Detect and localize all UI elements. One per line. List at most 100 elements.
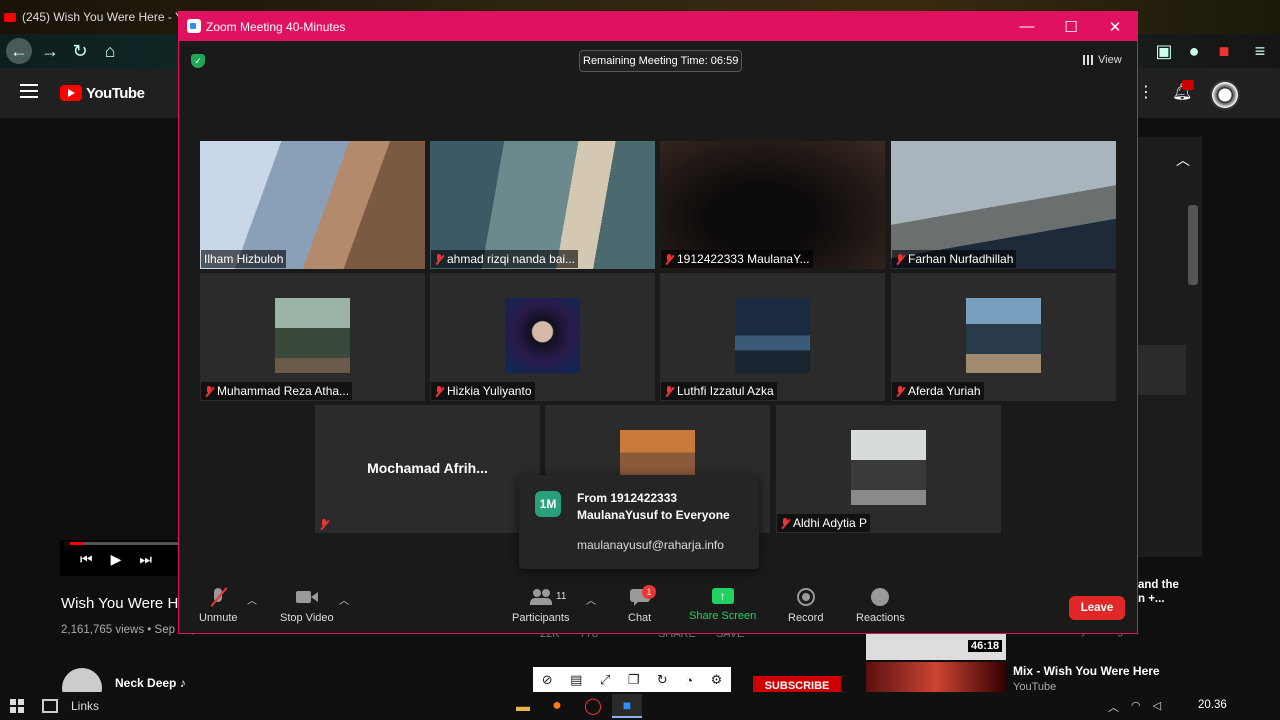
apps-icon[interactable]: ⋮ <box>1138 82 1154 102</box>
reload-icon[interactable]: ↻ <box>68 40 92 62</box>
block-icon[interactable]: ⊘ <box>542 672 553 688</box>
zoom-app-icon <box>187 19 201 33</box>
mic-muted-icon <box>895 253 905 265</box>
record-button[interactable]: Record <box>788 588 823 624</box>
participant-name-label: 1912422333 MaulanaY... <box>661 250 813 268</box>
share-screen-label: Share Screen <box>689 610 757 622</box>
film-icon[interactable]: ▤ <box>570 672 582 688</box>
browser-tab[interactable]: (245) Wish You Were Here - Y <box>4 6 184 28</box>
hamburger-menu-icon[interactable] <box>20 84 38 98</box>
play-icon[interactable]: ▶ <box>111 551 122 568</box>
scrollbar-thumb[interactable] <box>1188 205 1198 285</box>
participant-tile[interactable]: Ilham Hizbuloh <box>200 141 425 269</box>
side-video-title[interactable]: and the n +... <box>1138 578 1198 606</box>
participant-tile[interactable]: Aferda Yuriah <box>891 273 1116 401</box>
youtube-logo[interactable]: YouTube <box>60 84 145 102</box>
participant-name-label: Farhan Nurfadhillah <box>892 250 1017 268</box>
next-icon[interactable]: ⏭ <box>139 551 152 568</box>
links-toolbar[interactable]: Links <box>71 699 99 713</box>
participant-tile[interactable]: Aldhi Adytia P <box>776 405 1001 533</box>
taskbar-clock[interactable]: 20.36 <box>1198 699 1227 711</box>
participant-tile[interactable]: Luthfi Izzatul Azka <box>660 273 885 401</box>
participants-options-caret-icon[interactable]: ︿ <box>586 592 596 607</box>
task-view-icon[interactable] <box>42 699 58 713</box>
share-screen-button[interactable]: ↑ Share Screen <box>689 588 756 622</box>
participant-tile[interactable]: Farhan Nurfadhillah <box>891 141 1116 269</box>
stop-video-button[interactable]: Stop Video <box>280 588 334 624</box>
participant-avatar <box>735 298 810 373</box>
participants-label: Participants <box>512 612 570 624</box>
chevron-up-icon[interactable]: ︿ <box>1176 150 1190 170</box>
meeting-timer: Remaining Meeting Time: 06:59 <box>579 50 743 72</box>
microphone-muted-icon <box>207 588 229 606</box>
chat-notification[interactable]: 1M From 1912422333 MaulanaYusuf to Every… <box>519 475 759 569</box>
view-button[interactable]: View <box>1083 54 1122 66</box>
opera-icon[interactable]: ◯ <box>578 694 608 718</box>
mic-muted-icon <box>780 517 790 529</box>
sidebar-icon[interactable]: ▣ <box>1152 40 1176 62</box>
file-explorer-icon[interactable]: ▬ <box>508 694 538 718</box>
leave-button[interactable]: Leave <box>1069 596 1125 620</box>
progress-fill <box>70 542 84 545</box>
participant-tile[interactable]: Mochamad Afrih... <box>315 405 540 533</box>
home-icon[interactable]: ⌂ <box>98 40 122 62</box>
profile-icon[interactable]: ● <box>1182 40 1206 62</box>
forward-arrow-icon[interactable]: → <box>38 40 62 62</box>
zoom-taskbar-icon[interactable]: ■ <box>612 694 642 718</box>
settings-icon[interactable]: ⚙ <box>711 672 723 688</box>
gauge-icon[interactable]: ◔ <box>685 673 693 688</box>
chat-label: Chat <box>628 612 652 624</box>
mic-muted-icon <box>664 253 674 265</box>
back-arrow-icon[interactable]: ← <box>6 38 32 64</box>
participant-tile[interactable]: Muhammad Reza Atha... <box>200 273 425 401</box>
mic-muted-icon <box>204 385 214 397</box>
video-options-caret-icon[interactable]: ︿ <box>339 592 349 607</box>
mic-muted-icon <box>664 385 674 397</box>
zoom-window: Zoom Meeting 40-Minutes — ☐ ✕ ✓ Remainin… <box>178 11 1138 634</box>
chat-unread-badge: 1 <box>642 585 656 599</box>
chat-sender: From 1912422333 MaulanaYusuf to Everyone <box>577 491 730 522</box>
participant-avatar <box>851 430 926 505</box>
wifi-icon[interactable]: ◠ <box>1131 699 1141 715</box>
reactions-label: Reactions <box>856 612 905 624</box>
grid-icon <box>1083 55 1093 65</box>
participants-icon <box>529 588 552 606</box>
unmute-label: Unmute <box>199 612 238 624</box>
participant-name-label: Hizkia Yuliyanto <box>431 382 535 400</box>
participant-name-label <box>316 517 332 532</box>
participant-name-label: Luthfi Izzatul Azka <box>661 382 777 400</box>
minimize-icon[interactable]: — <box>1005 12 1049 41</box>
channel-name[interactable]: Neck Deep ♪ <box>115 676 186 690</box>
screenshot-toolbar: ⊘ ▤ ⤢ ❐ ↻ ◔ ⚙ <box>533 667 731 693</box>
mic-muted-icon <box>434 253 444 265</box>
participant-name: 1912422333 MaulanaY... <box>677 252 810 266</box>
record-label: Record <box>788 612 824 624</box>
shield-icon[interactable]: ✓ <box>191 54 205 68</box>
menu-icon[interactable]: ≡ <box>1248 40 1272 62</box>
user-avatar[interactable] <box>1210 80 1240 110</box>
unmute-button[interactable]: Unmute <box>199 588 238 624</box>
audio-options-caret-icon[interactable]: ︿ <box>247 592 257 607</box>
close-icon[interactable]: ✕ <box>1093 12 1137 41</box>
previous-icon[interactable]: ⏮ <box>80 551 93 568</box>
mix-thumbnail[interactable] <box>866 662 1006 692</box>
progress-bar[interactable] <box>70 542 178 545</box>
participant-tile[interactable]: Hizkia Yuliyanto <box>430 273 655 401</box>
youtube-logo-text: YouTube <box>86 84 145 102</box>
expand-icon[interactable]: ⤢ <box>600 672 610 688</box>
reactions-button[interactable]: Reactions <box>856 588 905 624</box>
maximize-icon[interactable]: ☐ <box>1049 12 1093 41</box>
participant-tile[interactable]: ahmad rizqi nanda bai... <box>430 141 655 269</box>
windows-start-icon[interactable] <box>10 699 24 713</box>
participant-tile-active-speaker[interactable]: 1912422333 MaulanaY... <box>660 141 885 269</box>
volume-icon[interactable]: ◁ <box>1153 699 1161 715</box>
copy-icon[interactable]: ❐ <box>628 672 640 688</box>
firefox-icon[interactable]: ● <box>542 694 572 718</box>
participant-name-large: Mochamad Afrih... <box>367 460 488 476</box>
extension-icon[interactable]: ■ <box>1212 40 1236 62</box>
refresh-icon[interactable]: ↻ <box>657 672 668 688</box>
tray-chevron-up-icon[interactable]: ︿ <box>1108 699 1119 715</box>
mix-title[interactable]: Mix - Wish You Were Here <box>1013 664 1160 678</box>
participant-name-label: Aferda Yuriah <box>892 382 984 400</box>
participant-name-label: Aldhi Adytia P <box>777 514 871 532</box>
